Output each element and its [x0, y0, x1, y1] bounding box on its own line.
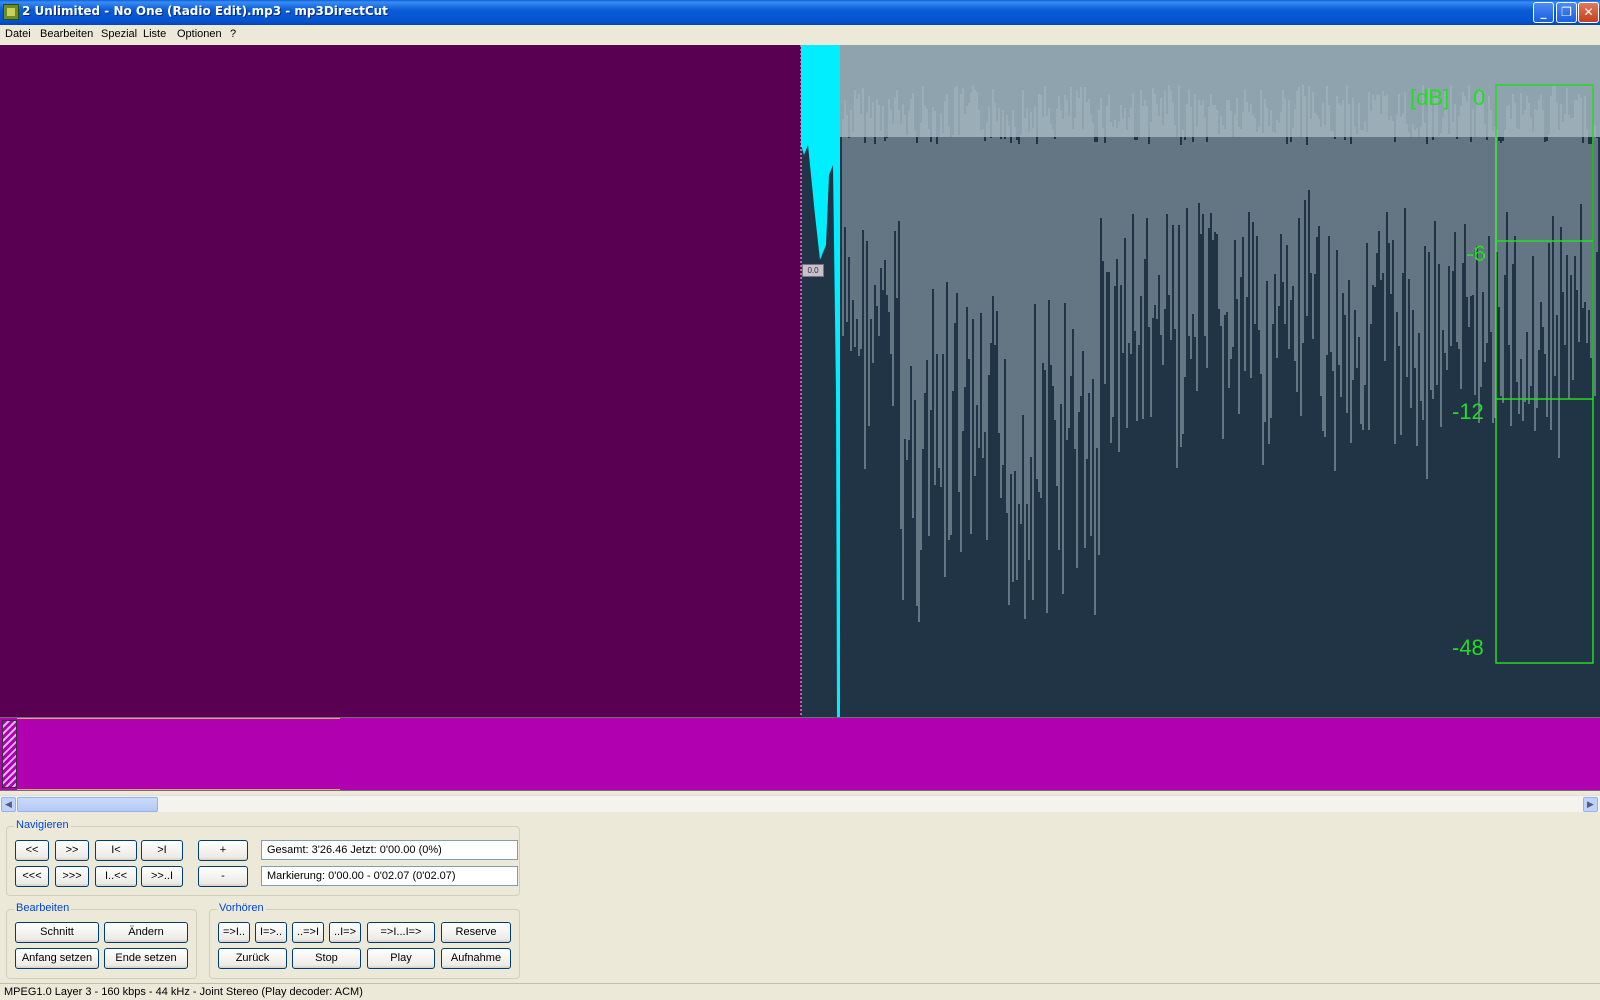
set-end-button[interactable]: Ende setzen [104, 948, 188, 969]
menu-liste[interactable]: Liste [143, 28, 166, 40]
nav-back-to-start-button[interactable]: I..<< [95, 866, 137, 887]
db-unit-label: [dB] [1410, 85, 1450, 110]
nav-forward-to-end-button[interactable]: >>..I [141, 866, 183, 887]
edit-group: Bearbeiten Schnitt Ändern Anfang setzen … [6, 902, 197, 979]
cursor-block [801, 45, 840, 717]
stop-button[interactable]: Stop [292, 948, 361, 969]
peak-background [840, 45, 1600, 137]
minimize-button[interactable]: _ [1533, 2, 1554, 23]
db-label-0: 0 [1473, 85, 1486, 110]
db-label-6: -6 [1466, 241, 1486, 266]
play-button[interactable]: Play [367, 948, 435, 969]
nav-back-button[interactable]: << [15, 840, 49, 861]
overview-top-line [17, 718, 340, 719]
status-bar: MPEG1.0 Layer 3 - 160 kbps - 44 kHz - Jo… [0, 983, 1600, 1000]
preview-from-cursor-button[interactable]: I=>.. [255, 922, 287, 943]
zoom-out-button[interactable]: - [198, 866, 248, 887]
total-time-field: Gesamt: 3'26.46 Jetzt: 0'00.00 (0%) [261, 840, 518, 860]
cursor-line [837, 45, 840, 717]
nav-to-end-button[interactable]: >I [141, 840, 183, 861]
horizontal-scrollbar[interactable]: ◀ ▶ [0, 795, 1600, 812]
window-title: 2 Unlimited - No One (Radio Edit).mp3 - … [22, 4, 388, 18]
overview-position-marker[interactable] [2, 720, 17, 788]
position-tag: 0.0 [802, 264, 824, 277]
restore-button[interactable]: ❐ [1556, 2, 1577, 23]
close-button[interactable]: ✕ [1578, 2, 1599, 23]
preview-to-cursor-button[interactable]: =>I.. [218, 922, 250, 943]
scroll-left-arrow-icon[interactable]: ◀ [1, 797, 16, 812]
menu-help[interactable]: ? [230, 28, 236, 40]
menu-bearbeiten[interactable]: Bearbeiten [40, 28, 93, 40]
nav-forward-button[interactable]: >> [55, 840, 89, 861]
db-label-48: -48 [1452, 635, 1484, 660]
db-label-12: -12 [1452, 399, 1484, 424]
waveform-graph[interactable] [0, 45, 1600, 717]
selection-region [0, 45, 801, 717]
app-icon[interactable] [3, 4, 19, 20]
waveform-peaks [842, 85, 1598, 622]
edit-group-title: Bearbeiten [14, 902, 72, 914]
nav-to-start-button[interactable]: I< [95, 840, 137, 861]
scrollbar-thumb[interactable] [17, 797, 158, 812]
overview-bar[interactable] [0, 717, 1600, 791]
reserve-button[interactable]: Reserve [441, 922, 511, 943]
menu-optionen[interactable]: Optionen [177, 28, 222, 40]
nav-fast-back-button[interactable]: <<< [15, 866, 49, 887]
set-start-button[interactable]: Anfang setzen [15, 948, 99, 969]
menu-datei[interactable]: Datei [5, 28, 31, 40]
navigate-group: Navigieren << >> I< >I <<< >>> I..<< >>.… [6, 819, 520, 896]
menu-spezial[interactable]: Spezial [101, 28, 137, 40]
zoom-in-button[interactable]: + [198, 840, 248, 861]
marking-field: Markierung: 0'00.00 - 0'02.07 (0'02.07) [261, 866, 518, 886]
preview-group-title: Vorhören [217, 902, 266, 914]
navigate-group-title: Navigieren [14, 819, 71, 831]
cut-button[interactable]: Schnitt [15, 922, 99, 943]
app-window: 2 Unlimited - No One (Radio Edit).mp3 - … [0, 0, 1600, 1000]
scroll-right-arrow-icon[interactable]: ▶ [1583, 797, 1598, 812]
preview-to-end-button[interactable]: ..=>I [292, 922, 324, 943]
overview-bottom-line [17, 789, 340, 790]
preview-group: Vorhören =>I.. I=>.. ..=>I ..I=> =>I...I… [209, 902, 520, 979]
title-bar[interactable]: 2 Unlimited - No One (Radio Edit).mp3 - … [0, 0, 1600, 25]
waveform-view[interactable]: [dB] 0 -6 -12 -48 0.0 [0, 45, 1600, 717]
record-button[interactable]: Aufnahme [441, 948, 511, 969]
waveform-spikes [842, 85, 1598, 622]
back-button[interactable]: Zurück [218, 948, 287, 969]
preview-selection-button[interactable]: =>I...I=> [367, 922, 435, 943]
menu-bar: Datei Bearbeiten Spezial Liste Optionen … [0, 25, 1600, 45]
nav-fast-forward-button[interactable]: >>> [55, 866, 89, 887]
preview-from-end-button[interactable]: ..I=> [329, 922, 361, 943]
change-button[interactable]: Ändern [104, 922, 188, 943]
